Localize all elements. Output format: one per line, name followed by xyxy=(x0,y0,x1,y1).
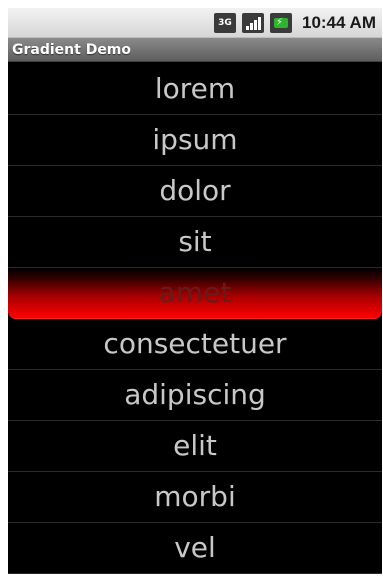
list-item[interactable]: consectetuer xyxy=(8,319,382,370)
list-item[interactable]: dolor xyxy=(8,166,382,217)
status-clock: 10:44 AM xyxy=(301,13,376,32)
list-item[interactable]: sit xyxy=(8,217,382,268)
list-item[interactable]: elit xyxy=(8,421,382,472)
signal-strength-icon xyxy=(241,13,264,33)
app-title: Gradient Demo xyxy=(12,42,132,58)
list-item[interactable]: vel xyxy=(8,523,382,574)
list-item[interactable]: adipiscing xyxy=(8,370,382,421)
status-bar: 3G ⚡ 10:44 AM xyxy=(8,8,382,38)
list-item[interactable]: morbi xyxy=(8,472,382,523)
title-bar: Gradient Demo xyxy=(8,38,382,62)
status-icons: 3G ⚡ 10:44 AM xyxy=(213,8,376,38)
list-item[interactable]: ipsum xyxy=(8,115,382,166)
phone-screen: 3G ⚡ 10:44 AM Gradient Demo lorem ipsum do… xyxy=(8,8,382,574)
network-label: 3G xyxy=(218,17,232,28)
network-3g-icon: 3G xyxy=(213,13,236,33)
battery-charging-icon: ⚡ xyxy=(269,13,292,33)
list-item[interactable]: lorem xyxy=(8,64,382,115)
list-item-selected[interactable]: amet xyxy=(8,268,382,319)
item-list[interactable]: lorem ipsum dolor sit amet consectetuer adipis… xyxy=(8,64,382,574)
